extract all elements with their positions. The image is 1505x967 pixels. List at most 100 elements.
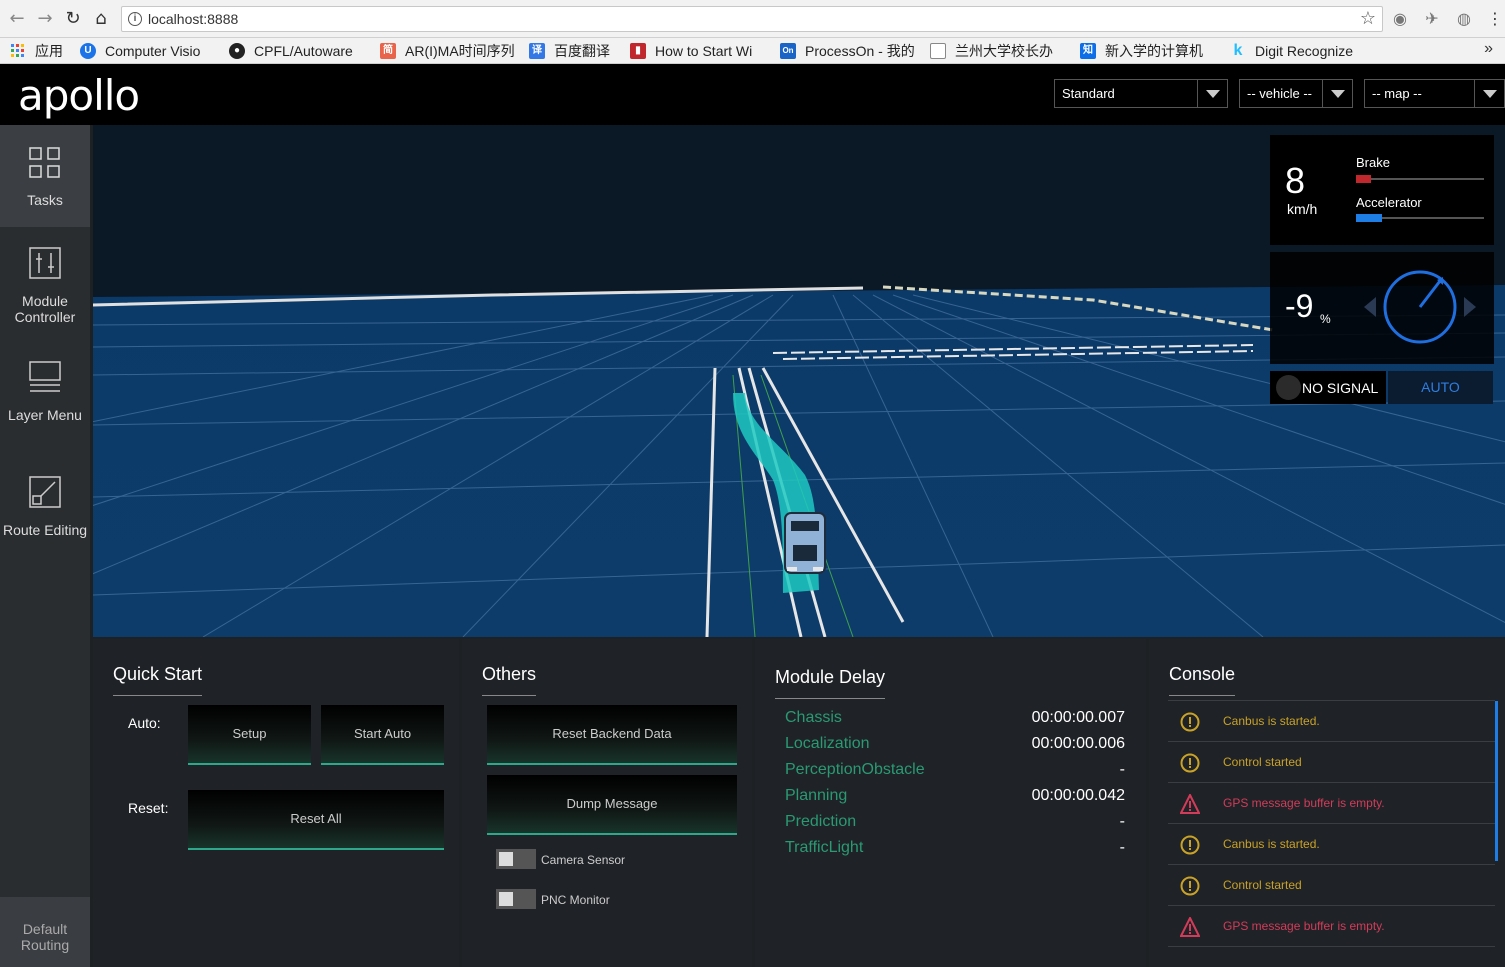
delay-value: - [1119, 839, 1125, 856]
reset-label: Reset: [128, 800, 169, 816]
auto-label: Auto: [128, 715, 161, 731]
forward-arrow-icon[interactable]: → [34, 8, 56, 30]
error-triangle-icon [1180, 794, 1200, 814]
console-message-text: GPS message buffer is empty. [1223, 796, 1385, 810]
browser-menu-icon[interactable]: ⋮ [1485, 9, 1505, 29]
signal-light-icon [1276, 375, 1301, 400]
delay-value: 00:00:00.007 [1031, 709, 1125, 726]
camera-sensor-toggle[interactable] [496, 849, 536, 869]
bookmark-how-to-start[interactable]: ▮ How to Start Wi [630, 41, 766, 61]
start-auto-button[interactable]: Start Auto [321, 705, 444, 765]
home-icon[interactable]: ⌂ [90, 8, 112, 30]
app-header: apollo Standard -- vehicle -- -- map -- [0, 64, 1505, 125]
bookmark-star-icon[interactable]: ☆ [1360, 8, 1376, 29]
delay-value: - [1119, 761, 1125, 778]
sidebar-item-module-controller[interactable]: Module Controller [0, 227, 90, 329]
steering-value: -9 [1285, 288, 1314, 324]
drive-mode-indicator: AUTO [1388, 371, 1493, 404]
panel-title: Quick Start [113, 664, 203, 696]
setup-button[interactable]: Setup [188, 705, 311, 765]
delay-value: - [1119, 813, 1125, 830]
error-triangle-icon [1180, 917, 1200, 937]
console-message-text: GPS message buffer is empty. [1223, 919, 1385, 933]
console-message-text: Control started [1223, 878, 1302, 892]
bookmarks-overflow-button[interactable]: » [1484, 40, 1493, 58]
steering-wheel-icon [1364, 270, 1476, 344]
speed-unit: km/h [1287, 201, 1318, 217]
console-scrollbar[interactable] [1495, 701, 1498, 861]
pnc-monitor-label: PNC Monitor [541, 893, 610, 907]
brake-label: Brake [1356, 155, 1390, 170]
bookmark-label: CPFL/Autoware [254, 43, 353, 59]
back-arrow-icon[interactable]: ← [6, 8, 28, 30]
brake-bar [1356, 175, 1484, 183]
speed-value: 8 [1285, 160, 1306, 201]
bookmark-computer-vision[interactable]: U Computer Visio [80, 41, 216, 61]
reload-icon[interactable]: ↻ [62, 8, 84, 30]
bookmark-label: 新入学的计算机 [1105, 43, 1203, 59]
default-routing-label: Default Routing [20, 921, 70, 953]
steering-unit: % [1320, 312, 1331, 326]
console-message-text: Canbus is started. [1223, 714, 1320, 728]
chevron-down-icon [1322, 80, 1352, 107]
tasks-grid-icon [29, 147, 60, 178]
bookmark-processon[interactable]: On ProcessOn - 我的 [780, 41, 916, 61]
processon-icon: On [780, 43, 796, 59]
delay-value: 00:00:00.042 [1031, 787, 1125, 804]
default-routing-button[interactable]: Default Routing [0, 897, 90, 967]
bookmark-icon: ▮ [630, 43, 646, 59]
reset-all-button[interactable]: Reset All [188, 790, 444, 850]
delay-name: Chassis [785, 709, 842, 726]
extension-circle-icon[interactable]: ◉ [1390, 9, 1410, 29]
sidebar-item-tasks[interactable]: Tasks [0, 125, 90, 227]
apollo-logo: apollo [18, 71, 140, 120]
delay-name: Planning [785, 787, 848, 804]
module-controller-icon [29, 247, 61, 279]
apps-grid-icon [10, 43, 26, 59]
warning-circle-icon [1180, 835, 1200, 855]
route-editing-icon [29, 476, 61, 508]
zhihu-icon: 知 [1080, 43, 1096, 59]
bookmark-lzu[interactable]: 兰州大学校长办 [930, 41, 1066, 61]
chevron-down-icon [1474, 80, 1504, 107]
bookmark-label: Digit Recognize [1255, 43, 1354, 59]
mode-selector[interactable]: Standard [1054, 79, 1228, 108]
sidebar-item-route-editing[interactable]: Route Editing [0, 458, 90, 560]
chevron-down-icon [1197, 80, 1227, 107]
steering-panel: -9 % [1270, 252, 1494, 364]
panel-title: Module Delay [775, 667, 886, 699]
page-icon [930, 43, 946, 59]
sidebar-item-layer-menu[interactable]: Layer Menu [0, 343, 90, 445]
camera-sensor-label: Camera Sensor [541, 853, 626, 867]
module-delay-panel: Module Delay Chassis 00:00:00.007 Locali… [755, 639, 1146, 967]
delay-name: Localization [785, 735, 870, 752]
toggle-knob [499, 892, 513, 906]
bookmark-apps[interactable]: 应用 [10, 41, 70, 61]
address-bar[interactable]: i localhost:8888 ☆ [121, 6, 1383, 32]
sidebar-item-label: Tasks [27, 192, 63, 208]
bookmark-digit-recognizer[interactable]: k Digit Recognize [1230, 41, 1366, 61]
extension-bird-icon[interactable]: ✈ [1422, 9, 1442, 29]
side-navigation: Tasks Module Controller Layer Menu Route… [0, 125, 90, 967]
extension-globe-icon[interactable]: ◍ [1454, 9, 1474, 29]
site-info-icon[interactable]: i [128, 12, 142, 26]
pnc-monitor-toggle[interactable] [496, 889, 536, 909]
bookmark-zhihu[interactable]: 知 新入学的计算机 [1080, 41, 1220, 61]
bookmark-baidu-translate[interactable]: 译 百度翻译 [529, 41, 621, 61]
map-selector[interactable]: -- map -- [1364, 79, 1505, 108]
delay-name: Prediction [785, 813, 857, 830]
console-message-text: Control started [1223, 755, 1302, 769]
sidebar-item-label: Module Controller [14, 293, 76, 325]
bookmark-cpfl-autoware[interactable]: ● CPFL/Autoware [229, 41, 367, 61]
dump-message-button[interactable]: Dump Message [487, 775, 737, 835]
url-text: localhost:8888 [148, 11, 239, 27]
bookmark-label: 百度翻译 [554, 43, 610, 59]
console-message: Control started [1168, 865, 1495, 906]
console-message: GPS message buffer is empty. [1168, 906, 1495, 947]
reset-backend-data-button[interactable]: Reset Backend Data [487, 705, 737, 765]
console-panel: Console Canbus is started. Control starte… [1149, 639, 1505, 967]
baidu-translate-icon: 译 [529, 43, 545, 59]
vehicle-selector[interactable]: -- vehicle -- [1239, 79, 1353, 108]
bookmark-label: 应用 [35, 43, 63, 59]
bookmark-arima[interactable]: 简 AR(I)MA时间序列 [380, 41, 516, 61]
